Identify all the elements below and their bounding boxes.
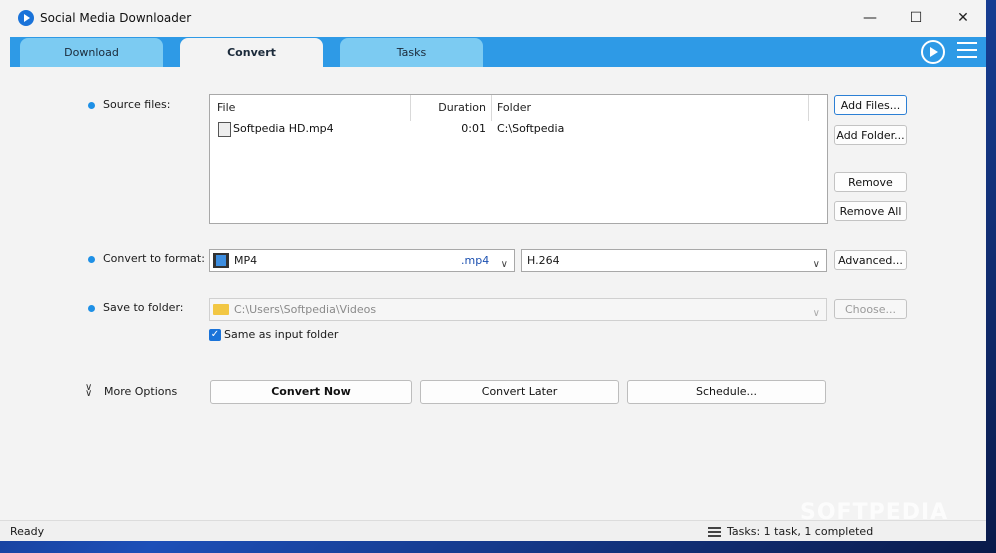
- column-separator: [808, 95, 809, 121]
- format-value: MP4: [234, 254, 258, 267]
- maximize-button[interactable]: ☐: [893, 0, 939, 37]
- play-circle-icon[interactable]: [921, 40, 945, 64]
- file-row-duration: 0:01: [461, 122, 486, 135]
- hamburger-menu-icon[interactable]: [957, 42, 977, 60]
- bullet-icon: [88, 102, 95, 109]
- chevron-down-icon: ∨: [812, 259, 820, 270]
- status-text: Ready: [10, 525, 45, 538]
- schedule-button[interactable]: Schedule...: [627, 380, 826, 404]
- chevron-down-icon: ∨: [812, 308, 820, 319]
- add-folder-button[interactable]: Add Folder...: [834, 125, 907, 145]
- file-row-folder: C:\Softpedia: [497, 122, 565, 135]
- tab-bar: Download Convert Tasks: [10, 37, 986, 67]
- tab-tasks[interactable]: Tasks: [340, 38, 483, 67]
- video-file-icon: [218, 122, 231, 137]
- convert-to-format-label: Convert to format:: [103, 252, 205, 265]
- column-separator: [491, 95, 492, 121]
- chevron-down-icon: ∨: [500, 259, 508, 270]
- tasks-list-icon: [708, 527, 721, 539]
- more-options-toggle[interactable]: More Options: [104, 385, 177, 398]
- column-header-duration[interactable]: Duration: [410, 95, 486, 121]
- tab-convert[interactable]: Convert: [180, 38, 323, 67]
- save-folder-value: C:\Users\Softpedia\Videos: [234, 303, 377, 316]
- bullet-icon: [88, 305, 95, 312]
- format-select[interactable]: MP4 .mp4 ∨: [209, 249, 515, 272]
- watermark-text: SOFTPEDIA: [800, 500, 949, 525]
- convert-now-button[interactable]: Convert Now: [210, 380, 412, 404]
- app-window: Social Media Downloader — ☐ ✕ Download C…: [0, 0, 986, 541]
- source-files-label: Source files:: [103, 98, 171, 111]
- codec-select[interactable]: H.264 ∨: [521, 249, 827, 272]
- convert-panel: Source files: File Duration Folder Softp…: [10, 67, 986, 520]
- folder-icon: [213, 304, 229, 315]
- codec-value: H.264: [527, 254, 560, 267]
- same-as-input-label[interactable]: Same as input folder: [224, 328, 338, 341]
- format-extension: .mp4: [461, 254, 490, 267]
- advanced-button[interactable]: Advanced...: [834, 250, 907, 270]
- title-bar: Social Media Downloader — ☐ ✕: [0, 0, 986, 37]
- save-to-folder-label: Save to folder:: [103, 301, 184, 314]
- app-logo-icon: [18, 10, 34, 26]
- add-files-button[interactable]: Add Files...: [834, 95, 907, 115]
- close-button[interactable]: ✕: [940, 0, 986, 37]
- choose-folder-button[interactable]: Choose...: [834, 299, 907, 319]
- window-title: Social Media Downloader: [40, 11, 192, 25]
- film-icon: [213, 253, 229, 268]
- column-header-file[interactable]: File: [217, 95, 235, 121]
- save-folder-select[interactable]: C:\Users\Softpedia\Videos ∨: [209, 298, 827, 321]
- source-file-list[interactable]: File Duration Folder Softpedia HD.mp4 0:…: [209, 94, 828, 224]
- column-header-folder[interactable]: Folder: [497, 95, 531, 121]
- minimize-button[interactable]: —: [847, 0, 893, 37]
- double-chevron-down-icon[interactable]: ∨ ∨: [85, 383, 92, 399]
- same-as-input-checkbox[interactable]: ✓: [209, 329, 221, 341]
- tasks-status-text[interactable]: Tasks: 1 task, 1 completed: [727, 525, 873, 538]
- bullet-icon: [88, 256, 95, 263]
- tab-download[interactable]: Download: [20, 38, 163, 67]
- remove-all-button[interactable]: Remove All: [834, 201, 907, 221]
- file-row-name[interactable]: Softpedia HD.mp4: [233, 122, 334, 140]
- convert-later-button[interactable]: Convert Later: [420, 380, 619, 404]
- remove-button[interactable]: Remove: [834, 172, 907, 192]
